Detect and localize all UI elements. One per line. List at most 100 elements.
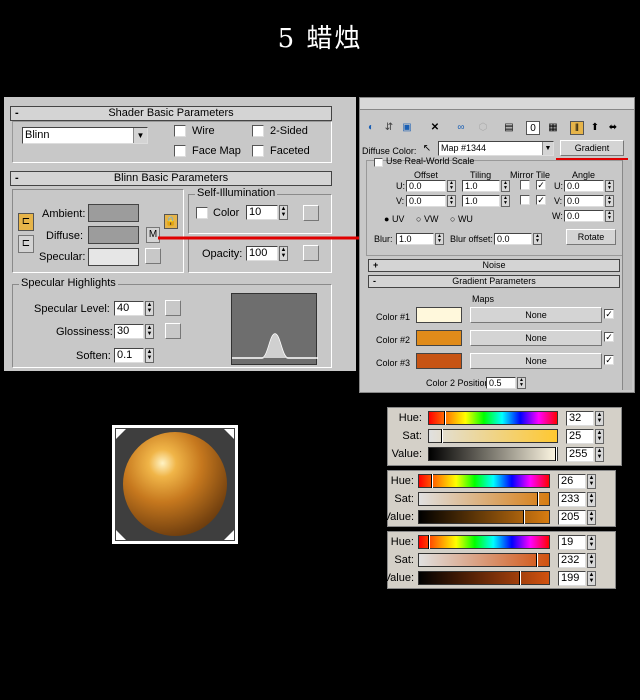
- glossiness-spinner[interactable]: ▲ ▼: [145, 324, 154, 339]
- color3-map-button[interactable]: None: [470, 353, 602, 369]
- wu-radio[interactable]: ○ WU: [450, 214, 473, 224]
- specular-map-button[interactable]: [145, 248, 161, 264]
- color1-swatch[interactable]: [416, 307, 462, 323]
- uv-radio[interactable]: ● UV: [384, 214, 404, 224]
- value-slider-handle[interactable]: [555, 447, 557, 461]
- value-slider[interactable]: [418, 510, 550, 524]
- v-tile-checkbox[interactable]: ✓: [536, 195, 546, 205]
- soften-field[interactable]: 0.1: [114, 348, 144, 363]
- u-angle-spinner[interactable]: ▲ ▼: [605, 180, 614, 192]
- blur-offset-field[interactable]: 0.0: [494, 233, 532, 245]
- self-illum-color-checkbox[interactable]: [196, 207, 208, 219]
- opacity-field[interactable]: 100: [246, 246, 278, 261]
- sat-spinner[interactable]: ▲ ▼: [587, 553, 596, 568]
- self-illum-value-field[interactable]: 10: [246, 205, 278, 220]
- soften-spinner[interactable]: ▲ ▼: [145, 348, 154, 363]
- sat-field[interactable]: 232: [558, 553, 586, 568]
- wire-checkbox[interactable]: [174, 125, 186, 137]
- noise-rollout[interactable]: + Noise: [368, 259, 620, 272]
- material-id-icon[interactable]: 0: [526, 121, 540, 135]
- put-to-scene-icon[interactable]: ⇵: [382, 121, 396, 135]
- sat-slider-handle[interactable]: [440, 429, 443, 443]
- value-slider-handle[interactable]: [519, 571, 522, 585]
- value-field[interactable]: 205: [558, 510, 586, 525]
- rotate-button[interactable]: Rotate: [566, 229, 616, 245]
- color3-swatch[interactable]: [416, 353, 462, 369]
- v-angle-field[interactable]: 0.0: [564, 195, 604, 207]
- put-to-library-icon[interactable]: ⬡: [476, 121, 490, 135]
- hue-field[interactable]: 26: [558, 474, 586, 489]
- specular-color-swatch[interactable]: [88, 248, 139, 266]
- sat-field[interactable]: 233: [558, 492, 586, 507]
- sat-slider[interactable]: [428, 429, 558, 443]
- sat-field[interactable]: 25: [566, 429, 594, 444]
- face-map-checkbox[interactable]: [174, 145, 186, 157]
- hue-slider[interactable]: [418, 535, 550, 549]
- u-tiling-field[interactable]: 1.0: [462, 180, 500, 192]
- color2-position-field[interactable]: 0.5: [486, 377, 516, 389]
- w-angle-spinner[interactable]: ▲ ▼: [605, 210, 614, 222]
- sat-slider-handle[interactable]: [536, 553, 539, 567]
- value-slider-handle[interactable]: [522, 510, 525, 524]
- value-spinner[interactable]: ▲ ▼: [595, 447, 604, 462]
- show-end-result-icon[interactable]: ‖: [570, 121, 584, 135]
- two-sided-checkbox[interactable]: [252, 125, 264, 137]
- lock-diffuse-specular-button[interactable]: ⊏: [18, 235, 34, 253]
- opacity-spinner[interactable]: ▲ ▼: [279, 246, 288, 261]
- hue-spinner[interactable]: ▲ ▼: [595, 411, 604, 426]
- specular-level-spinner[interactable]: ▲ ▼: [145, 301, 154, 316]
- sat-spinner[interactable]: ▲ ▼: [595, 429, 604, 444]
- faceted-checkbox[interactable]: [252, 145, 264, 157]
- color2-position-spinner[interactable]: ▲ ▼: [517, 377, 526, 389]
- self-illum-map-button[interactable]: [303, 205, 319, 221]
- hue-field[interactable]: 19: [558, 535, 586, 550]
- color2-map-checkbox[interactable]: ✓: [604, 332, 614, 342]
- color3-map-checkbox[interactable]: ✓: [604, 355, 614, 365]
- u-offset-spinner[interactable]: ▲ ▼: [447, 180, 456, 192]
- u-offset-field[interactable]: 0.0: [406, 180, 446, 192]
- lock-ambient-diffuse-button[interactable]: ⊏: [18, 213, 34, 231]
- map-type-button[interactable]: Gradient: [560, 140, 624, 156]
- hue-slider[interactable]: [428, 411, 558, 425]
- specular-level-map-button[interactable]: [165, 300, 181, 316]
- material-effects-icon[interactable]: ▤: [502, 121, 516, 135]
- value-slider[interactable]: [418, 571, 550, 585]
- show-map-icon[interactable]: ▦: [546, 121, 560, 135]
- assign-material-icon[interactable]: ▣: [400, 121, 414, 135]
- vw-radio[interactable]: ○ VW: [416, 214, 438, 224]
- hue-field[interactable]: 32: [566, 411, 594, 426]
- color1-map-button[interactable]: None: [470, 307, 602, 323]
- pick-material-icon[interactable]: ↖: [420, 142, 434, 156]
- hue-spinner[interactable]: ▲ ▼: [587, 535, 596, 550]
- u-tile-checkbox[interactable]: ✓: [536, 180, 546, 190]
- reset-icon[interactable]: ✕: [428, 121, 442, 135]
- gradient-params-rollout[interactable]: - Gradient Parameters: [368, 275, 620, 288]
- lock-icon[interactable]: 🔒: [164, 214, 178, 229]
- blur-spinner[interactable]: ▲ ▼: [435, 233, 444, 245]
- w-angle-field[interactable]: 0.0: [564, 210, 604, 222]
- color2-map-button[interactable]: None: [470, 330, 602, 346]
- sat-slider-handle[interactable]: [536, 492, 539, 506]
- ambient-color-swatch[interactable]: [88, 204, 139, 222]
- diffuse-color-swatch[interactable]: [88, 226, 139, 244]
- value-field[interactable]: 255: [566, 447, 594, 462]
- color1-map-checkbox[interactable]: ✓: [604, 309, 614, 319]
- glossiness-map-button[interactable]: [165, 323, 181, 339]
- hue-slider[interactable]: [418, 474, 550, 488]
- sat-slider[interactable]: [418, 553, 550, 567]
- sat-spinner[interactable]: ▲ ▼: [587, 492, 596, 507]
- go-forward-icon[interactable]: ⬌: [606, 121, 620, 135]
- hue-slider-handle[interactable]: [444, 411, 446, 425]
- v-offset-field[interactable]: 0.0: [406, 195, 446, 207]
- hue-slider-handle[interactable]: [427, 535, 430, 549]
- make-unique-icon[interactable]: ∞: [454, 121, 468, 135]
- blur-offset-spinner[interactable]: ▲ ▼: [533, 233, 542, 245]
- sat-slider[interactable]: [418, 492, 550, 506]
- value-field[interactable]: 199: [558, 571, 586, 586]
- hue-slider-handle[interactable]: [431, 474, 434, 488]
- glossiness-field[interactable]: 30: [114, 324, 144, 339]
- go-to-parent-icon[interactable]: ⬆: [588, 121, 602, 135]
- self-illum-spinner[interactable]: ▲ ▼: [279, 205, 288, 220]
- value-spinner[interactable]: ▲ ▼: [587, 510, 596, 525]
- real-world-checkbox[interactable]: [374, 158, 383, 167]
